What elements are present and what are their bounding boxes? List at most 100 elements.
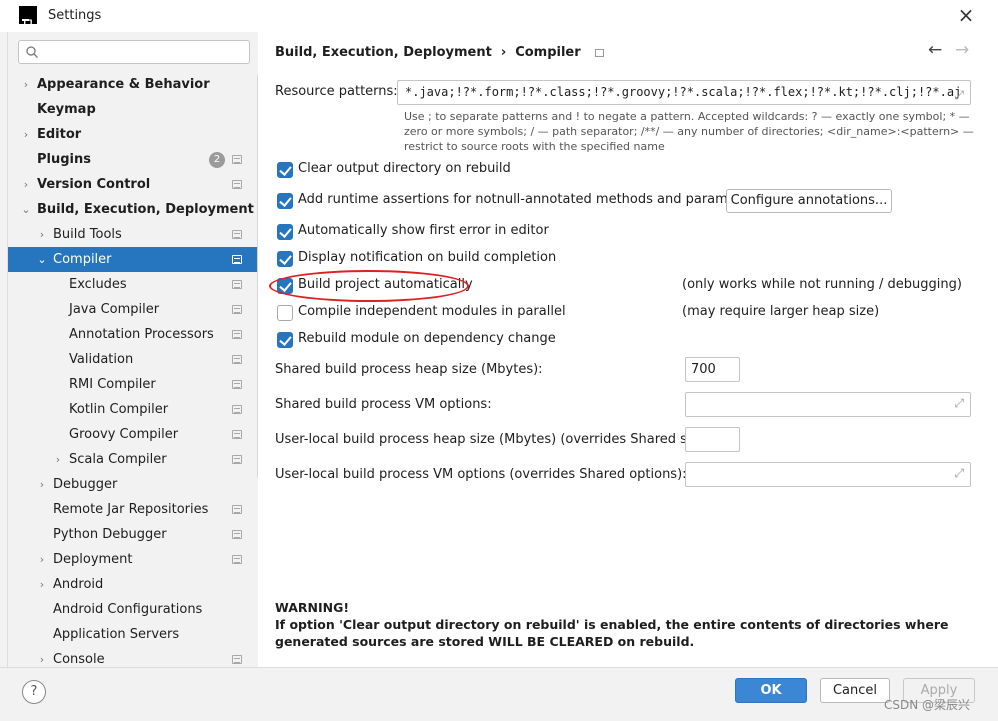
clear-output-checkbox[interactable] bbox=[277, 162, 293, 178]
tree-item[interactable]: Excludes bbox=[8, 272, 258, 297]
tree-item-label: Console bbox=[53, 652, 105, 667]
chevron-right-icon[interactable]: › bbox=[36, 547, 48, 572]
tree-item[interactable]: Plugins 2 bbox=[8, 147, 258, 172]
project-level-icon bbox=[232, 280, 242, 289]
project-level-icon bbox=[232, 555, 242, 564]
breadcrumb: Build, Execution, Deployment › Compiler bbox=[275, 45, 604, 60]
tree-item[interactable]: ⌄ Compiler bbox=[8, 247, 258, 272]
show-first-error-label[interactable]: Automatically show first error in editor bbox=[298, 223, 549, 238]
tree-item-label: Groovy Compiler bbox=[69, 427, 179, 442]
chevron-right-icon[interactable]: › bbox=[52, 447, 64, 472]
project-level-icon bbox=[232, 230, 242, 239]
clear-output-label[interactable]: Clear output directory on rebuild bbox=[298, 161, 511, 176]
chevron-right-icon[interactable]: › bbox=[20, 122, 32, 147]
expand-icon[interactable]: ⤢ bbox=[954, 396, 964, 411]
tree-item[interactable]: RMI Compiler bbox=[8, 372, 258, 397]
show-first-error-checkbox[interactable] bbox=[277, 224, 293, 240]
tree-item[interactable]: Kotlin Compiler bbox=[8, 397, 258, 422]
breadcrumb-parent[interactable]: Build, Execution, Deployment bbox=[275, 45, 492, 60]
user-vm-input[interactable]: ⤢ bbox=[685, 462, 971, 487]
build-automatically-note: (only works while not running / debuggin… bbox=[682, 277, 962, 292]
update-count-badge: 2 bbox=[209, 152, 225, 168]
button-bar: ? OK Cancel Apply CSDN @梁辰兴 bbox=[0, 667, 998, 721]
chevron-right-icon[interactable]: › bbox=[20, 172, 32, 197]
tree-item[interactable]: Android Configurations bbox=[8, 597, 258, 622]
warning-text: If option 'Clear output directory on reb… bbox=[275, 617, 949, 649]
forward-arrow-icon[interactable]: → bbox=[955, 40, 969, 60]
user-heap-input[interactable] bbox=[685, 427, 740, 452]
resource-patterns-field[interactable]: *.java;!?*.form;!?*.class;!?*.groovy;!?*… bbox=[397, 80, 971, 105]
tree-item-label: Deployment bbox=[53, 552, 133, 567]
search-icon bbox=[25, 45, 39, 62]
help-button[interactable]: ? bbox=[22, 680, 46, 704]
tree-item-label: Plugins bbox=[37, 152, 91, 167]
tree-item[interactable]: ⌄ Build, Execution, Deployment bbox=[8, 197, 258, 222]
display-notification-label[interactable]: Display notification on build completion bbox=[298, 250, 556, 265]
tree-item[interactable]: › Build Tools bbox=[8, 222, 258, 247]
compile-parallel-label[interactable]: Compile independent modules in parallel bbox=[298, 304, 566, 319]
tree-item[interactable]: Remote Jar Repositories bbox=[8, 497, 258, 522]
tree-item[interactable]: › Appearance & Behavior bbox=[8, 72, 258, 97]
tree-item[interactable]: › Console bbox=[8, 647, 258, 667]
intellij-logo-icon: IJ bbox=[19, 6, 37, 29]
rebuild-module-checkbox[interactable] bbox=[277, 332, 293, 348]
tree-item-label: Kotlin Compiler bbox=[69, 402, 169, 417]
configure-annotations-button[interactable]: Configure annotations... bbox=[726, 189, 892, 213]
tree-item[interactable]: › Scala Compiler bbox=[8, 447, 258, 472]
ok-button[interactable]: OK bbox=[735, 678, 807, 703]
chevron-down-icon[interactable]: ⌄ bbox=[20, 197, 32, 222]
user-heap-label: User-local build process heap size (Mbyt… bbox=[275, 432, 715, 447]
heap-size-input[interactable]: 700 bbox=[685, 357, 740, 382]
expand-icon[interactable]: ⤢ bbox=[954, 466, 964, 481]
chevron-right-icon[interactable]: › bbox=[36, 647, 48, 667]
tree-item[interactable]: Validation bbox=[8, 347, 258, 372]
tree-item[interactable]: Annotation Processors bbox=[8, 322, 258, 347]
tree-item-label: Python Debugger bbox=[53, 527, 167, 542]
resource-patterns-label: Resource patterns: bbox=[275, 84, 398, 99]
vm-options-input[interactable]: ⤢ bbox=[685, 392, 971, 417]
project-level-icon bbox=[232, 330, 242, 339]
tree-item-label: Debugger bbox=[53, 477, 118, 492]
title-bar: IJ Settings × bbox=[0, 0, 998, 32]
project-level-icon bbox=[232, 380, 242, 389]
tree-item[interactable]: Java Compiler bbox=[8, 297, 258, 322]
cancel-button[interactable]: Cancel bbox=[820, 678, 890, 703]
tree-item[interactable]: › Android bbox=[8, 572, 258, 597]
heap-size-value: 700 bbox=[691, 362, 716, 377]
expand-icon[interactable]: ⤢ bbox=[954, 84, 964, 104]
search-input[interactable] bbox=[18, 40, 250, 64]
right-edge bbox=[990, 32, 998, 667]
page-icon bbox=[594, 48, 604, 57]
tree-item[interactable]: Application Servers bbox=[8, 622, 258, 647]
project-level-icon bbox=[232, 305, 242, 314]
back-arrow-icon[interactable]: ← bbox=[928, 40, 942, 60]
tree-item-label: Editor bbox=[37, 127, 82, 142]
tree-item[interactable]: Python Debugger bbox=[8, 522, 258, 547]
tree-item[interactable]: › Editor bbox=[8, 122, 258, 147]
chevron-down-icon[interactable]: ⌄ bbox=[36, 247, 48, 272]
tree-item[interactable]: › Deployment bbox=[8, 547, 258, 572]
tree-item[interactable]: › Debugger bbox=[8, 472, 258, 497]
close-button[interactable]: × bbox=[952, 3, 980, 29]
left-edge bbox=[0, 32, 8, 721]
tree-item-label: Application Servers bbox=[53, 627, 180, 642]
tree-item[interactable]: Keymap bbox=[8, 97, 258, 122]
tree-item-label: Build, Execution, Deployment bbox=[37, 202, 254, 217]
chevron-right-icon[interactable]: › bbox=[36, 222, 48, 247]
runtime-assertions-label[interactable]: Add runtime assertions for notnull-annot… bbox=[298, 192, 761, 207]
settings-window: IJ Settings × › Appearance & Behavior Keym… bbox=[0, 0, 998, 721]
compile-parallel-checkbox[interactable] bbox=[277, 305, 293, 321]
rebuild-module-label[interactable]: Rebuild module on dependency change bbox=[298, 331, 556, 346]
tree-item-label: Keymap bbox=[37, 102, 96, 117]
tree-item[interactable]: › Version Control bbox=[8, 172, 258, 197]
project-level-icon bbox=[232, 505, 242, 514]
display-notification-checkbox[interactable] bbox=[277, 251, 293, 267]
project-level-icon bbox=[232, 430, 242, 439]
project-level-icon bbox=[232, 655, 242, 664]
tree-item[interactable]: Groovy Compiler bbox=[8, 422, 258, 447]
chevron-right-icon[interactable]: › bbox=[20, 72, 32, 97]
project-level-icon bbox=[232, 405, 242, 414]
chevron-right-icon[interactable]: › bbox=[36, 572, 48, 597]
runtime-assertions-checkbox[interactable] bbox=[277, 193, 293, 209]
chevron-right-icon[interactable]: › bbox=[36, 472, 48, 497]
